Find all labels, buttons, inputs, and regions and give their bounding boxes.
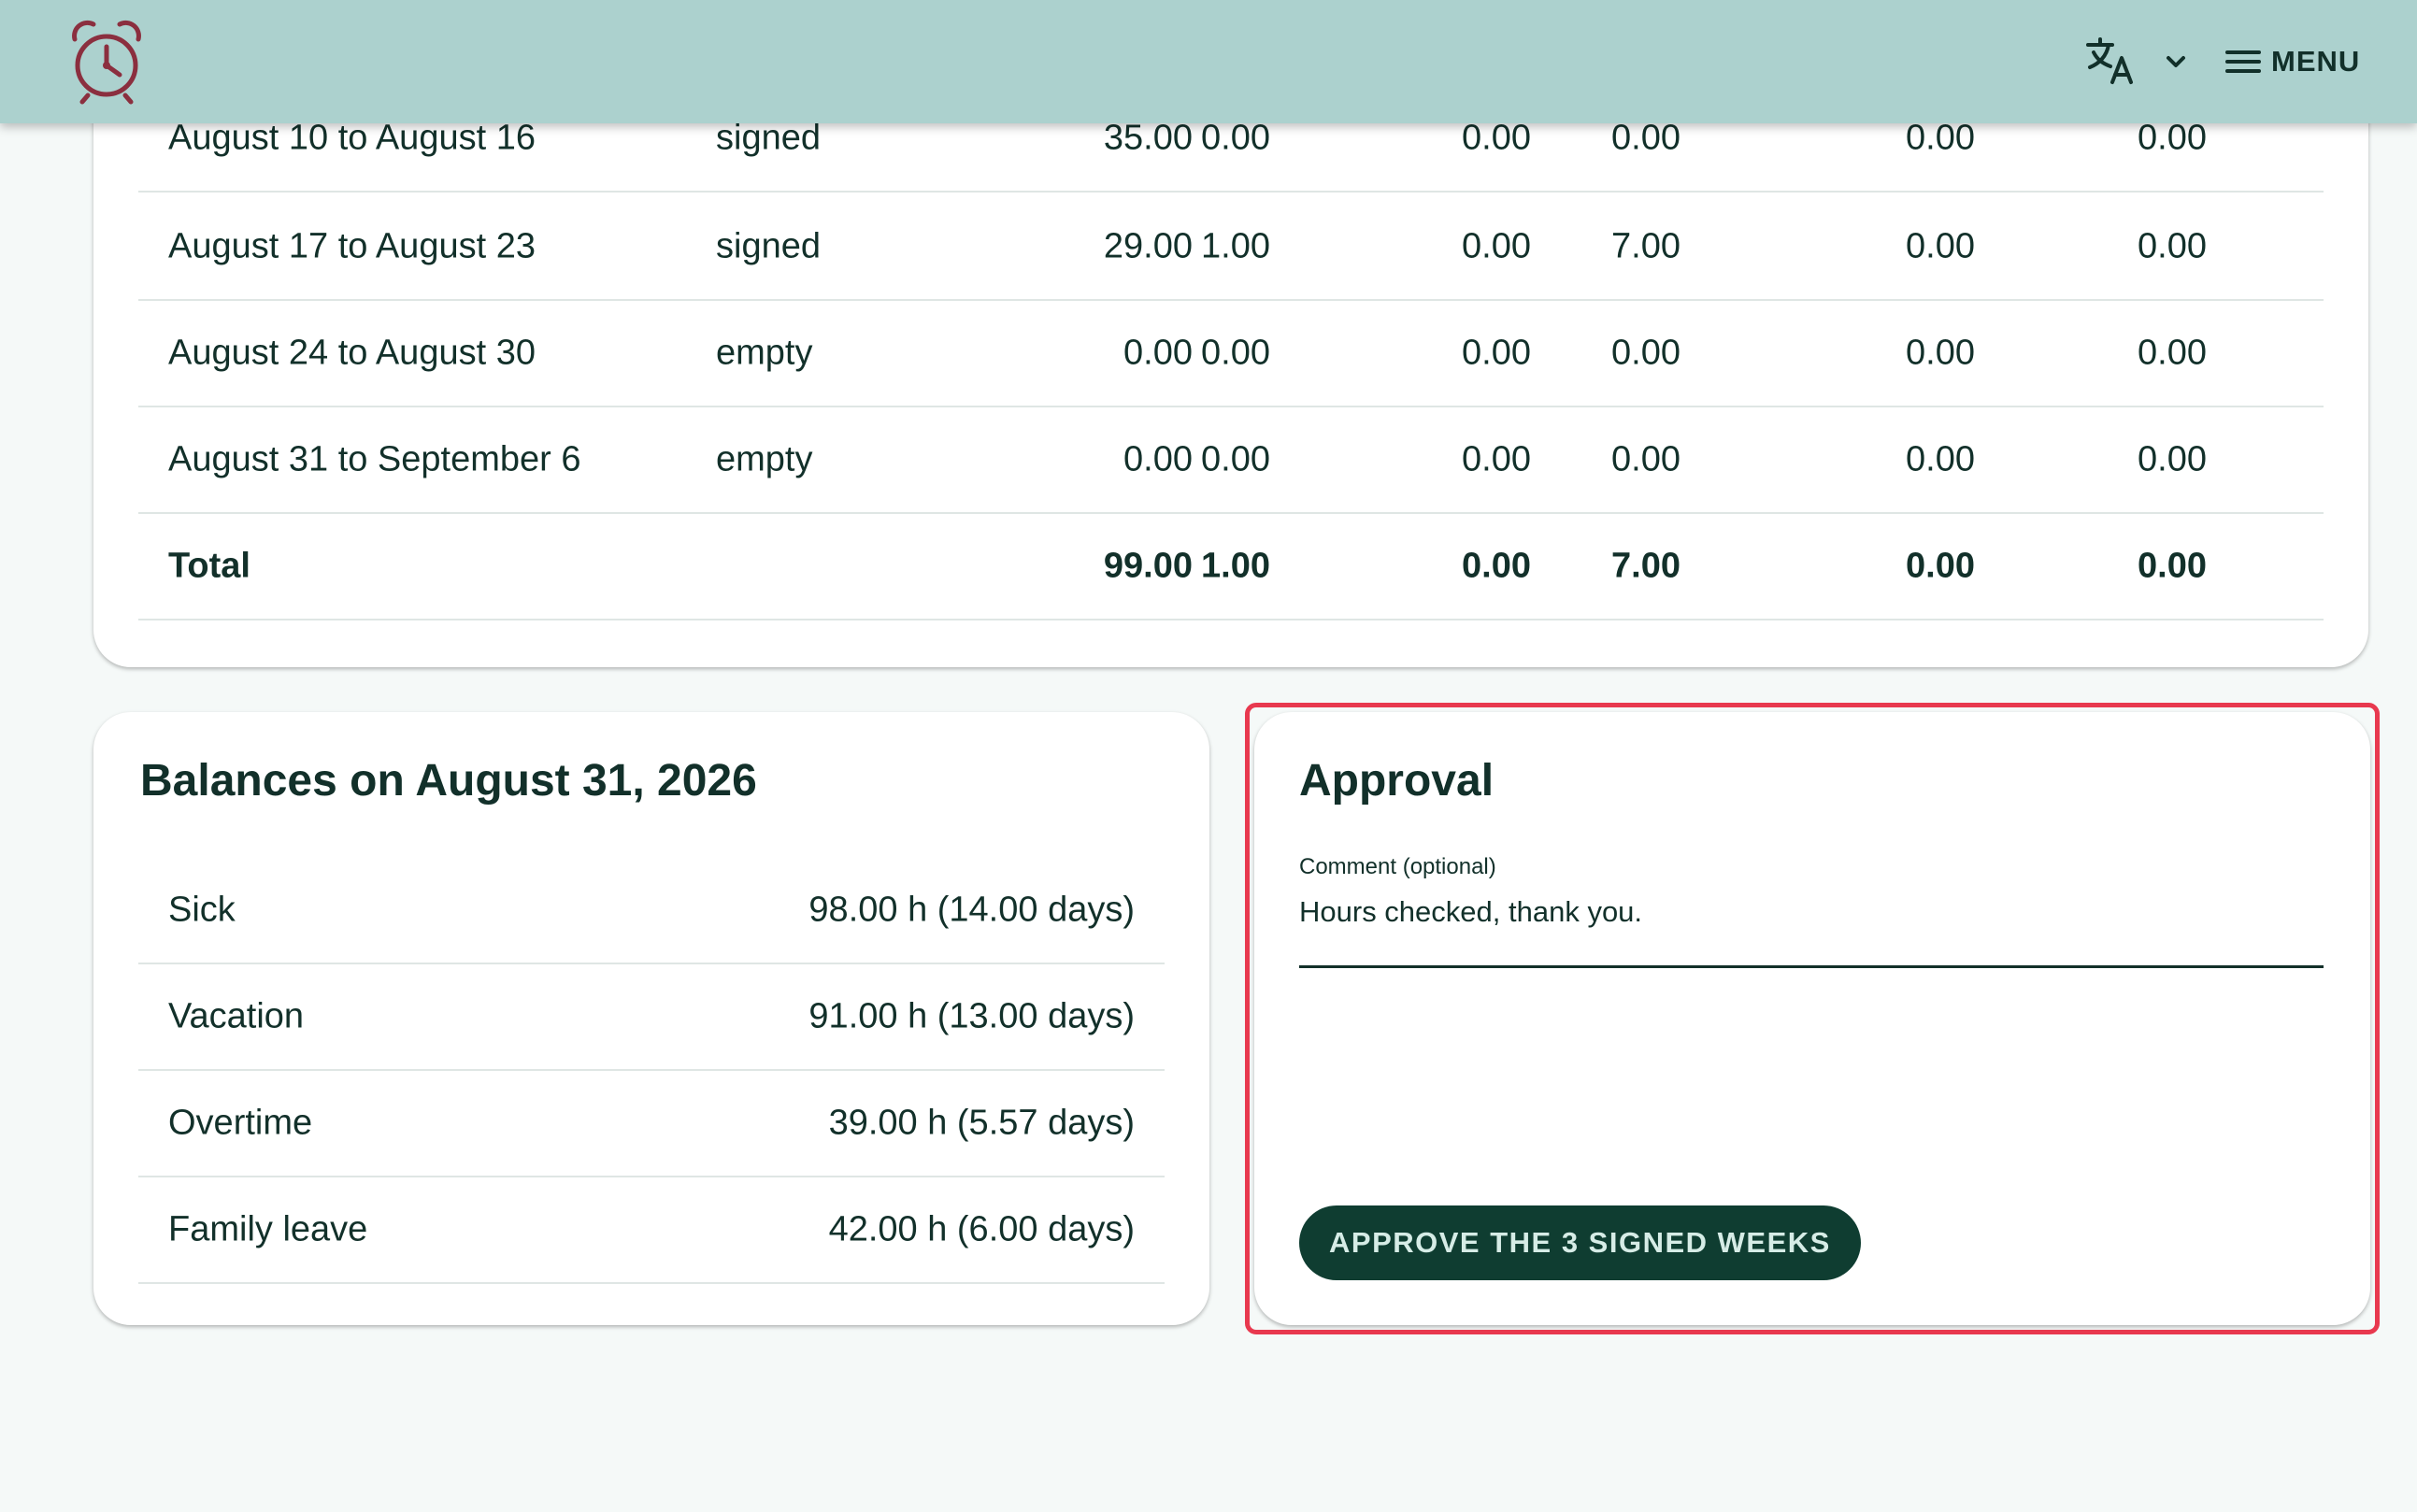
week-value: 0.00 — [1462, 439, 1531, 479]
week-value: 0.00 — [1906, 333, 1975, 373]
balance-row-sick: Sick 98.00 h (14.00 days) — [138, 858, 1165, 964]
balance-value: 91.00 h (13.00 days) — [808, 996, 1135, 1036]
app-header: MENU — [0, 0, 2417, 123]
table-total-row: Total 99.00 1.00 0.00 7.00 0.00 0.00 — [138, 514, 2324, 620]
chevron-down-icon[interactable] — [2163, 49, 2189, 75]
total-value: 99.00 — [1103, 546, 1193, 586]
week-label: August 17 to August 23 — [168, 226, 536, 266]
menu-label: MENU — [2271, 45, 2361, 78]
table-row: August 24 to August 30 empty 0.00 0.00 0… — [138, 301, 2324, 407]
table-row: August 17 to August 23 signed 29.00 1.00… — [138, 194, 2324, 301]
hamburger-icon — [2225, 50, 2261, 73]
week-value: 0.00 — [1906, 226, 1975, 266]
week-status: signed — [716, 226, 821, 266]
week-value: 0.00 — [1611, 439, 1680, 479]
balance-row-overtime: Overtime 39.00 h (5.57 days) — [138, 1071, 1165, 1177]
table-row: August 31 to September 6 empty 0.00 0.00… — [138, 407, 2324, 514]
week-status: empty — [716, 439, 813, 479]
comment-input[interactable]: Hours checked, thank you. — [1299, 886, 2324, 968]
week-status: signed — [716, 118, 821, 158]
balance-value: 42.00 h (6.00 days) — [828, 1209, 1135, 1249]
week-value: 7.00 — [1611, 226, 1680, 266]
week-value: 0.00 — [2138, 333, 2207, 373]
week-value: 0.00 — [1462, 333, 1531, 373]
menu-button[interactable]: MENU — [2224, 36, 2360, 88]
balance-label: Overtime — [168, 1103, 313, 1143]
week-value: 0.00 — [1123, 333, 1193, 373]
weeks-table-card: August 10 to August 16 signed 35.00 0.00… — [93, 56, 2368, 667]
total-value: 0.00 — [1462, 546, 1531, 586]
week-value: 0.00 — [1201, 333, 1270, 373]
week-label: August 10 to August 16 — [168, 118, 536, 158]
approval-card: Approval Comment (optional) Hours checke… — [1254, 712, 2370, 1325]
week-value: 0.00 — [1611, 333, 1680, 373]
week-value: 0.00 — [1201, 118, 1270, 158]
balance-value: 98.00 h (14.00 days) — [808, 890, 1135, 930]
balance-label: Sick — [168, 890, 236, 930]
week-value: 35.00 — [1103, 118, 1193, 158]
week-value: 0.00 — [1462, 226, 1531, 266]
week-value: 0.00 — [1201, 439, 1270, 479]
total-value: 1.00 — [1201, 546, 1270, 586]
approve-signed-weeks-button[interactable]: APPROVE THE 3 SIGNED WEEKS — [1299, 1205, 1861, 1280]
total-label: Total — [168, 546, 250, 586]
balances-card: Balances on August 31, 2026 Sick 98.00 h… — [93, 712, 1209, 1325]
balance-row-vacation: Vacation 91.00 h (13.00 days) — [138, 964, 1165, 1071]
week-value: 0.00 — [1462, 118, 1531, 158]
alarm-clock-icon[interactable] — [69, 19, 144, 105]
balance-label: Vacation — [168, 996, 305, 1036]
translate-icon[interactable] — [2086, 37, 2138, 86]
total-value: 7.00 — [1611, 546, 1680, 586]
week-label: August 24 to August 30 — [168, 333, 536, 373]
balance-label: Family leave — [168, 1209, 368, 1249]
total-value: 0.00 — [1906, 546, 1975, 586]
week-value: 0.00 — [2138, 118, 2207, 158]
week-value: 29.00 — [1103, 226, 1193, 266]
comment-label: Comment (optional) — [1299, 854, 1496, 879]
week-value: 0.00 — [1906, 439, 1975, 479]
week-value: 0.00 — [1906, 118, 1975, 158]
week-value: 1.00 — [1201, 226, 1270, 266]
week-status: empty — [716, 333, 813, 373]
week-value: 0.00 — [1123, 439, 1193, 479]
balance-value: 39.00 h (5.57 days) — [828, 1103, 1135, 1143]
week-label: August 31 to September 6 — [168, 439, 581, 479]
week-value: 0.00 — [1611, 118, 1680, 158]
balance-row-family-leave: Family leave 42.00 h (6.00 days) — [138, 1177, 1165, 1284]
week-value: 0.00 — [2138, 226, 2207, 266]
week-value: 0.00 — [2138, 439, 2207, 479]
balances-title: Balances on August 31, 2026 — [140, 756, 757, 806]
total-value: 0.00 — [2138, 546, 2207, 586]
approval-title: Approval — [1299, 756, 1495, 806]
